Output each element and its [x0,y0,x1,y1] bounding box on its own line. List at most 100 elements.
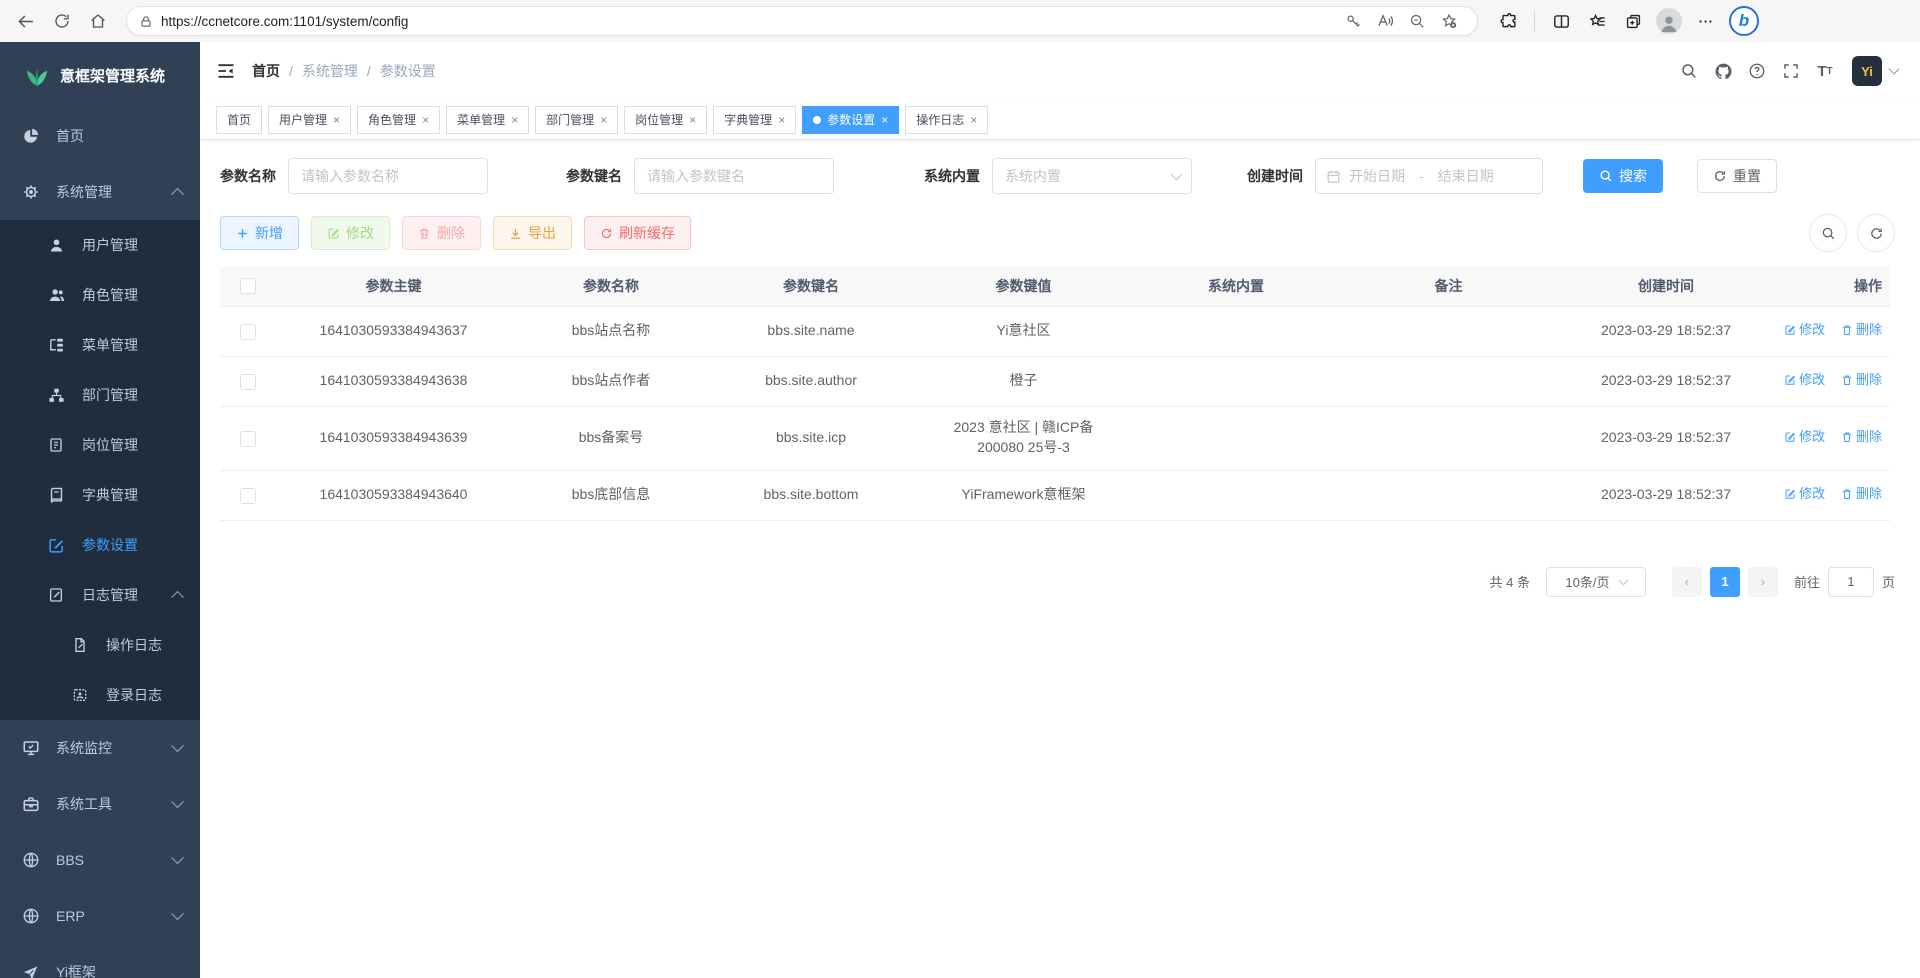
date-end-placeholder[interactable]: 结束日期 [1438,166,1494,186]
collapse-sidebar-icon[interactable] [216,61,236,81]
tab-menu-mgmt[interactable]: 菜单管理× [446,106,529,134]
row-edit-link[interactable]: 修改 [1784,485,1825,503]
row-delete-link[interactable]: 删除 [1841,485,1882,503]
tab-dict-mgmt[interactable]: 字典管理× [713,106,796,134]
key-icon[interactable] [1337,8,1369,34]
github-icon[interactable] [1706,54,1740,88]
refresh-cache-button[interactable]: 刷新缓存 [584,216,691,250]
extensions-icon[interactable] [1490,4,1526,38]
tab-home[interactable]: 首页 [216,106,262,134]
row-checkbox[interactable] [240,324,256,340]
page-1-button[interactable]: 1 [1710,567,1740,597]
param-key-input[interactable] [634,158,834,194]
sidebar-item-role-mgmt[interactable]: 角色管理 [0,270,200,320]
row-edit-link[interactable]: 修改 [1784,371,1825,389]
sidebar-item-erp[interactable]: ERP [0,888,200,944]
refresh-table-button[interactable] [1857,214,1895,252]
profile-avatar[interactable] [1651,4,1687,38]
row-delete-link[interactable]: 删除 [1841,428,1882,446]
back-icon[interactable] [8,4,44,38]
sidebar-item-post-mgmt[interactable]: 岗位管理 [0,420,200,470]
tab-param-settings[interactable]: 参数设置× [802,106,899,134]
sidebar-item-yi-framework[interactable]: Yi框架 [0,944,200,978]
breadcrumb-system[interactable]: 系统管理 [302,61,358,81]
url-text[interactable]: https://ccnetcore.com:1101/system/config [161,14,1337,29]
split-screen-icon[interactable] [1543,4,1579,38]
fullscreen-icon[interactable] [1774,54,1808,88]
row-delete-link[interactable]: 删除 [1841,371,1882,389]
yi-logo-avatar[interactable]: Yi [1852,56,1882,86]
next-page-button[interactable]: › [1748,567,1778,597]
tab-post-mgmt[interactable]: 岗位管理× [624,106,707,134]
font-size-icon[interactable]: TT [1808,54,1842,88]
goto-page-input[interactable] [1828,567,1874,597]
close-icon[interactable]: × [778,113,785,127]
select-all-checkbox[interactable] [240,278,256,294]
sidebar-item-bbs[interactable]: BBS [0,832,200,888]
add-favorite-icon[interactable] [1433,8,1465,34]
address-bar[interactable]: https://ccnetcore.com:1101/system/config [126,6,1478,36]
sidebar-item-login-log[interactable]: 登录日志 [0,670,200,720]
app-logo[interactable]: 意框架管理系统 [0,42,200,108]
search-button[interactable]: 搜索 [1583,159,1663,193]
more-icon[interactable] [1687,4,1723,38]
page-unit-label: 页 [1882,572,1895,591]
close-icon[interactable]: × [970,113,977,127]
close-icon[interactable]: × [881,113,888,127]
toolbar-divider [1534,11,1535,31]
close-icon[interactable]: × [689,113,696,127]
prev-page-button[interactable]: ‹ [1672,567,1702,597]
edit-button[interactable]: 修改 [311,216,390,250]
param-name-input[interactable] [288,158,488,194]
tab-user-mgmt[interactable]: 用户管理× [268,106,351,134]
row-checkbox[interactable] [240,488,256,504]
col-param-name: 参数名称 [511,266,711,306]
read-aloud-icon[interactable] [1369,8,1401,34]
favorites-bar-icon[interactable] [1579,4,1615,38]
tab-dept-mgmt[interactable]: 部门管理× [535,106,618,134]
sidebar-item-home[interactable]: 首页 [0,108,200,164]
reset-button[interactable]: 重置 [1697,159,1777,193]
delete-button[interactable]: 删除 [402,216,481,250]
help-icon[interactable] [1740,54,1774,88]
zoom-out-icon[interactable] [1401,8,1433,34]
page-size-select[interactable]: 10条/页 [1546,567,1646,597]
tab-operation-log[interactable]: 操作日志× [905,106,988,134]
chevron-down-icon[interactable] [1888,63,1899,74]
close-icon[interactable]: × [333,113,340,127]
search-icon [1599,169,1613,183]
row-edit-link[interactable]: 修改 [1784,321,1825,339]
table-row: 1641030593384943637 bbs站点名称 bbs.site.nam… [220,306,1890,356]
add-button[interactable]: 新增 [220,216,299,250]
row-checkbox[interactable] [240,374,256,390]
breadcrumb-home[interactable]: 首页 [252,61,280,81]
sidebar-item-system-monitor[interactable]: 系统监控 [0,720,200,776]
sidebar-item-param-settings[interactable]: 参数设置 [0,520,200,570]
sidebar-item-dict-mgmt[interactable]: 字典管理 [0,470,200,520]
sidebar-item-menu-mgmt[interactable]: 菜单管理 [0,320,200,370]
sidebar-item-system-tools[interactable]: 系统工具 [0,776,200,832]
search-icon[interactable] [1672,54,1706,88]
tab-role-mgmt[interactable]: 角色管理× [357,106,440,134]
bing-chat-icon[interactable]: b [1729,6,1759,36]
home-icon[interactable] [80,4,116,38]
refresh-icon[interactable] [44,4,80,38]
row-checkbox[interactable] [240,431,256,447]
sidebar-item-user-mgmt[interactable]: 用户管理 [0,220,200,270]
lock-icon[interactable] [139,14,153,29]
sidebar-item-system-mgmt[interactable]: 系统管理 [0,164,200,220]
date-start-placeholder[interactable]: 开始日期 [1349,166,1405,186]
close-icon[interactable]: × [600,113,607,127]
close-icon[interactable]: × [422,113,429,127]
sidebar-item-operation-log[interactable]: 操作日志 [0,620,200,670]
date-range-input[interactable]: 开始日期 - 结束日期 [1315,158,1543,194]
sidebar-item-dept-mgmt[interactable]: 部门管理 [0,370,200,420]
row-edit-link[interactable]: 修改 [1784,428,1825,446]
export-button[interactable]: 导出 [493,216,572,250]
sidebar-item-log-mgmt[interactable]: 日志管理 [0,570,200,620]
close-icon[interactable]: × [511,113,518,127]
toggle-search-button[interactable] [1809,214,1847,252]
row-delete-link[interactable]: 删除 [1841,321,1882,339]
collections-icon[interactable] [1615,4,1651,38]
builtin-select[interactable]: 系统内置 [992,158,1192,194]
